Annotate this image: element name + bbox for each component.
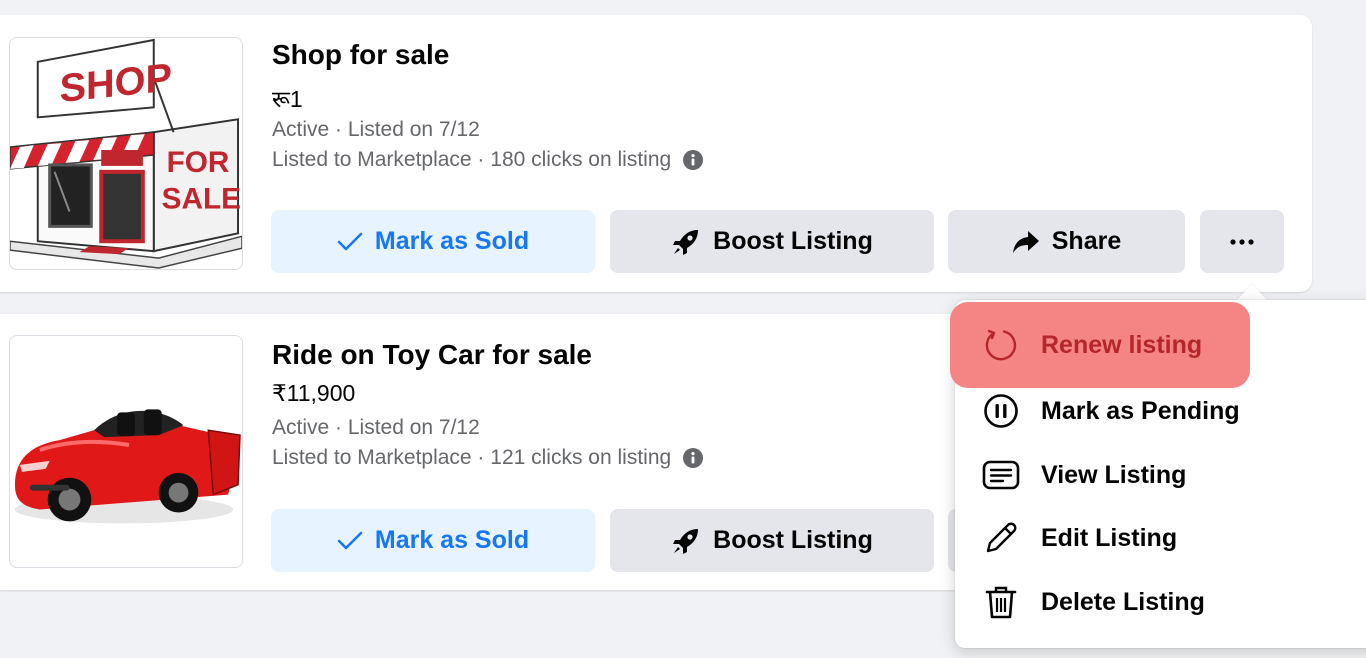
listing-reach-text: Listed to Marketplace · 180 clicks on li… xyxy=(272,148,672,171)
red-toy-car-image xyxy=(10,336,242,567)
menu-item-label: Delete Listing xyxy=(1041,587,1205,616)
menu-item-edit-listing[interactable]: Edit Listing xyxy=(955,507,1366,569)
checkmark-icon xyxy=(337,232,363,250)
boost-listing-button[interactable]: Boost Listing xyxy=(610,210,934,273)
share-arrow-icon xyxy=(1012,230,1039,253)
svg-text:FOR: FOR xyxy=(167,146,230,179)
rocket-icon xyxy=(673,229,699,255)
mark-as-sold-button[interactable]: Mark as Sold xyxy=(271,210,595,273)
boost-listing-button[interactable]: Boost Listing xyxy=(610,509,934,572)
refresh-icon xyxy=(981,325,1021,365)
listing-status: Active · Listed on 7/12 xyxy=(272,416,480,440)
listing-price: ₹11,900 xyxy=(272,380,356,406)
boost-listing-label: Boost Listing xyxy=(713,227,873,255)
menu-caret xyxy=(1236,284,1268,301)
share-button[interactable]: Share xyxy=(948,210,1185,273)
menu-item-view-listing[interactable]: View Listing xyxy=(955,444,1366,506)
shop-for-sale-image: SHOP FOR SALE xyxy=(10,38,242,269)
menu-item-label: View Listing xyxy=(1041,460,1187,489)
more-dots-icon xyxy=(1230,238,1254,245)
listing-thumbnail[interactable] xyxy=(9,335,243,568)
mark-as-sold-label: Mark as Sold xyxy=(374,526,530,554)
trash-icon xyxy=(981,582,1021,622)
listing-icon xyxy=(981,455,1021,495)
pencil-icon xyxy=(981,518,1021,558)
listing-title[interactable]: Ride on Toy Car for sale xyxy=(272,339,592,371)
mark-as-sold-label: Mark as Sold xyxy=(374,227,530,255)
menu-item-delete-listing[interactable]: Delete Listing xyxy=(955,571,1366,633)
menu-item-mark-as-pending[interactable]: Mark as Pending xyxy=(955,380,1366,442)
rocket-icon xyxy=(673,528,699,554)
boost-listing-label: Boost Listing xyxy=(713,526,873,554)
listing-reach: Listed to Marketplace · 180 clicks on li… xyxy=(272,148,704,172)
listing-reach-text: Listed to Marketplace · 121 clicks on li… xyxy=(272,446,672,469)
svg-text:SALE: SALE xyxy=(162,183,241,216)
listing-status: Active · Listed on 7/12 xyxy=(272,118,480,142)
listing-thumbnail[interactable]: SHOP FOR SALE xyxy=(9,37,243,270)
menu-item-renew-listing[interactable]: Renew listing xyxy=(950,302,1250,388)
listing-options-menu: Renew listing Mark as Pending View Listi… xyxy=(950,300,1366,648)
menu-item-label: Mark as Pending xyxy=(1041,396,1240,425)
pause-icon xyxy=(981,391,1021,431)
menu-item-label: Renew listing xyxy=(1041,330,1203,359)
share-label: Share xyxy=(1051,227,1122,255)
listing-title[interactable]: Shop for sale xyxy=(272,39,449,71)
listing-card: SHOP FOR SALE Shop for sale रू1 Active ·… xyxy=(0,15,1312,292)
more-options-button[interactable] xyxy=(1200,210,1284,273)
checkmark-icon xyxy=(337,531,363,549)
mark-as-sold-button[interactable]: Mark as Sold xyxy=(271,509,595,572)
info-icon[interactable] xyxy=(683,150,704,170)
info-icon[interactable] xyxy=(683,448,704,468)
listing-status-text: Active · Listed on 7/12 xyxy=(272,416,480,439)
listing-status-text: Active · Listed on 7/12 xyxy=(272,118,480,141)
menu-item-label: Edit Listing xyxy=(1041,523,1178,552)
listing-reach: Listed to Marketplace · 121 clicks on li… xyxy=(272,446,704,470)
listing-price: रू1 xyxy=(272,86,303,112)
